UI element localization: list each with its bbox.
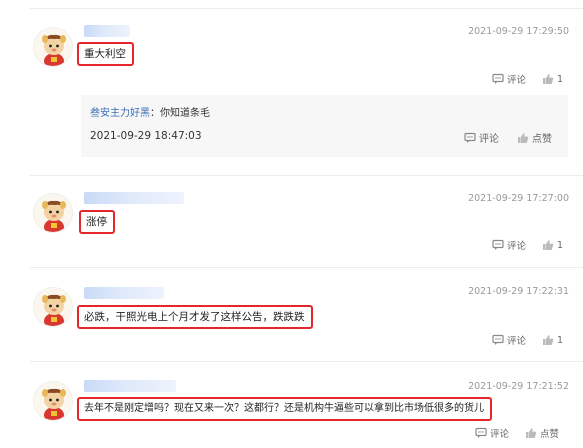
comment-actions: 评论 1 (492, 238, 563, 252)
comment-button[interactable]: 评论 (492, 238, 526, 252)
like-button[interactable]: 1 (542, 334, 563, 346)
thumbs-up-icon (525, 427, 537, 439)
username-blurred[interactable] (84, 380, 176, 392)
like-button[interactable]: 1 (542, 239, 563, 251)
top-divider (30, 8, 583, 9)
user-avatar[interactable] (33, 27, 73, 67)
comment-button[interactable]: 评论 (492, 72, 526, 86)
reply-actions: 评论 点赞 (464, 130, 552, 145)
divider (30, 267, 583, 268)
divider (30, 361, 583, 362)
comment-label: 评论 (506, 241, 526, 252)
reply-time: 2021-09-29 18:47:03 (90, 130, 202, 142)
comment-content: 重大利空 (77, 42, 134, 66)
user-avatar[interactable] (33, 193, 73, 233)
comment-bubble-icon (464, 132, 476, 144)
user-avatar[interactable] (33, 287, 73, 327)
like-count: 1 (556, 73, 563, 85)
comment-bubble-icon (492, 239, 504, 251)
reply-comment-label: 评论 (479, 134, 499, 145)
user-avatar[interactable] (33, 381, 73, 421)
thumbs-up-icon (542, 334, 554, 346)
comment-button[interactable]: 评论 (475, 426, 509, 440)
username-blurred[interactable] (84, 25, 130, 37)
reply-line: 叁安主力好黑：你知道条毛 (90, 104, 210, 119)
like-count: 1 (556, 334, 563, 346)
reply-separator: ： (150, 108, 160, 119)
reply-text: 你知道条毛 (160, 108, 210, 119)
thumbs-up-icon (542, 239, 554, 251)
comment-actions: 评论 点赞 (475, 426, 559, 440)
comment-actions: 评论 1 (492, 72, 563, 86)
like-button[interactable]: 点赞 (525, 426, 559, 440)
divider (30, 175, 583, 176)
comment-label: 评论 (506, 336, 526, 347)
reply-like-label: 点赞 (532, 134, 552, 145)
comment-bubble-icon (492, 73, 504, 85)
comment-actions: 评论 1 (492, 333, 563, 347)
like-button[interactable]: 1 (542, 73, 563, 85)
like-count: 1 (556, 239, 563, 251)
comment-time: 2021-09-29 17:21:52 (468, 381, 569, 392)
comment-bubble-icon (475, 427, 487, 439)
comment-label: 评论 (506, 75, 526, 86)
comment-content: 涨停 (79, 210, 115, 234)
username-blurred[interactable] (84, 192, 184, 204)
username-blurred[interactable] (84, 287, 164, 299)
like-label: 点赞 (539, 429, 559, 440)
thumbs-up-icon (542, 73, 554, 85)
reply-author[interactable]: 叁安主力好黑 (90, 108, 150, 119)
comment-content: 去年不是刚定增吗？现在又来一次？这都行？还是机构牛逼些可以拿到比市场低很多的货儿 (77, 397, 492, 421)
reply-like-button[interactable]: 点赞 (517, 130, 552, 145)
thumbs-up-icon (517, 132, 529, 144)
reply-comment-button[interactable]: 评论 (464, 130, 499, 145)
comment-time: 2021-09-29 17:27:00 (468, 193, 569, 204)
reply-box: 叁安主力好黑：你知道条毛 2021-09-29 18:47:03 评论 点赞 (81, 95, 568, 157)
comment-content: 必跌，干照光电上个月才发了这样公告，跌跌跌 (77, 305, 313, 329)
comment-time: 2021-09-29 17:29:50 (468, 26, 569, 37)
comment-time: 2021-09-29 17:22:31 (468, 286, 569, 297)
comment-bubble-icon (492, 334, 504, 346)
comment-button[interactable]: 评论 (492, 333, 526, 347)
comment-label: 评论 (489, 429, 509, 440)
